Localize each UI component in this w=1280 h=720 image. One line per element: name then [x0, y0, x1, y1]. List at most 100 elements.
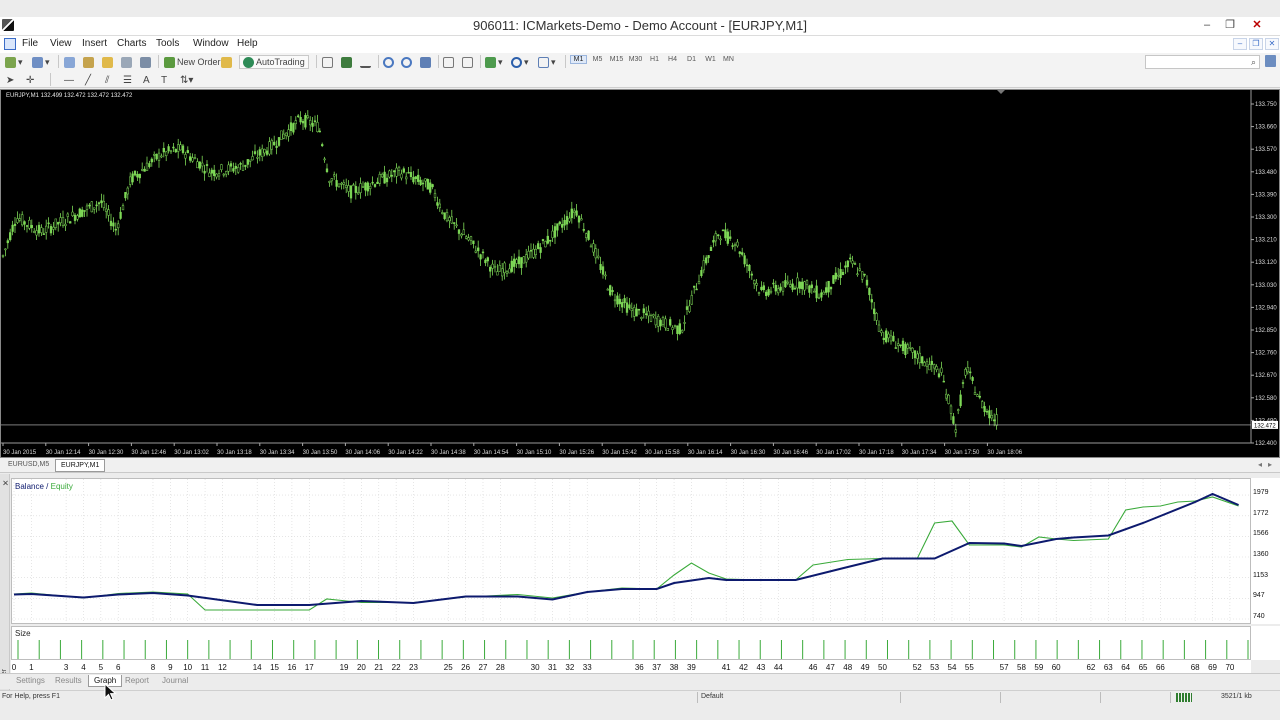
menu-tools[interactable]: Tools	[156, 38, 179, 49]
navigator-button[interactable]	[102, 55, 115, 69]
auto-scroll-button[interactable]	[443, 55, 456, 69]
candlestick-chart[interactable]: 133.750 133.660 133.570 133.480 133.390 133.3…	[1, 90, 1279, 457]
candle-body	[357, 192, 360, 195]
market-watch-button[interactable]	[64, 55, 77, 69]
timeframe-w1[interactable]: W1	[702, 55, 719, 64]
crosshair-tool[interactable]: ✛	[26, 73, 34, 87]
candle-body	[277, 137, 281, 146]
candle-body	[395, 167, 398, 177]
text-tool[interactable]: A	[143, 73, 150, 87]
tester-close-icon[interactable]: ✕	[1, 478, 10, 487]
candle-body	[191, 157, 194, 162]
menu-file[interactable]: File	[22, 38, 38, 49]
periods-button[interactable]: ▾	[511, 55, 529, 69]
candle-body	[33, 231, 36, 233]
horizontal-line-tool[interactable]: —	[64, 73, 74, 87]
strategy-tester-button[interactable]	[140, 55, 153, 69]
tab-settings[interactable]: Settings	[11, 675, 50, 686]
new-order-button[interactable]: New Order	[164, 55, 221, 69]
timeframe-m15[interactable]: M15	[608, 55, 625, 64]
mdi-close-button[interactable]: ✕	[1265, 38, 1279, 50]
candle-body	[673, 325, 677, 327]
mdi-restore-button[interactable]: ❐	[1249, 38, 1263, 50]
arrows-icon: ⇅▾	[180, 74, 194, 86]
channel-tool[interactable]: ⫽	[105, 73, 109, 87]
timeframe-mn[interactable]: MN	[720, 55, 737, 64]
meta-editor-button[interactable]	[221, 55, 234, 69]
candle-body	[397, 166, 401, 171]
data-window-button[interactable]	[83, 55, 96, 69]
bar-chart-button[interactable]	[322, 55, 335, 69]
close-button[interactable]: ✕	[1246, 17, 1268, 35]
timeframe-m30[interactable]: M30	[627, 55, 644, 64]
indicators-icon	[485, 56, 496, 68]
x-tick-label: 44	[774, 663, 783, 672]
candle-body	[383, 171, 386, 184]
autotrading-button[interactable]: AutoTrading	[239, 55, 309, 69]
legend-equity: Equity	[50, 482, 73, 491]
menu-insert[interactable]: Insert	[82, 38, 107, 49]
tab-eurjpy-m1[interactable]: EURJPY,M1	[55, 459, 106, 472]
search-input[interactable]: ⌕	[1145, 55, 1260, 69]
timeframe-d1[interactable]: D1	[683, 55, 700, 64]
tab-eurusd-m5[interactable]: EURUSD,M5	[3, 459, 54, 472]
candle-body	[851, 260, 854, 264]
maximize-button[interactable]: ❐	[1219, 17, 1241, 35]
candle-body	[215, 173, 218, 178]
zoom-out-button[interactable]	[401, 55, 414, 69]
menu-window[interactable]: Window	[193, 38, 229, 49]
menu-view[interactable]: View	[50, 38, 72, 49]
candle-body	[52, 226, 55, 230]
candlestick-button[interactable]	[341, 55, 354, 69]
candle-body	[381, 173, 384, 178]
new-chart-button[interactable]: ▾	[5, 55, 23, 69]
tab-results[interactable]: Results	[50, 675, 87, 686]
profiles-button[interactable]: ▾	[32, 55, 50, 69]
candle-body	[489, 266, 492, 272]
tab-scroll-left-icon[interactable]: ◂	[1258, 460, 1262, 469]
price-chart[interactable]: 133.750 133.660 133.570 133.480 133.390 133.3…	[0, 89, 1280, 458]
indicators-button[interactable]: ▾	[485, 55, 503, 69]
candle-body	[700, 270, 703, 277]
text-label-tool[interactable]: T	[161, 73, 167, 87]
candle-body	[263, 149, 266, 154]
chart-shift-button[interactable]	[462, 55, 475, 69]
cursor-tool[interactable]: ➤	[6, 73, 14, 87]
minimize-button[interactable]: –	[1196, 17, 1218, 35]
templates-button[interactable]: ▾	[538, 55, 556, 69]
menu-charts[interactable]: Charts	[117, 38, 146, 49]
timeframe-m5[interactable]: M5	[589, 55, 606, 64]
candle-body	[78, 208, 81, 218]
candle-body	[755, 282, 758, 286]
community-icon[interactable]	[1265, 55, 1276, 67]
candle-body	[126, 187, 129, 195]
candle-body	[21, 214, 24, 226]
candle-body	[515, 259, 518, 264]
x-tick-label: 39	[687, 663, 696, 672]
line-chart-icon	[360, 57, 371, 68]
x-tick-label: 37	[652, 663, 661, 672]
tile-windows-button[interactable]	[420, 55, 433, 69]
timeframe-h1[interactable]: H1	[646, 55, 663, 64]
trendline-tool[interactable]: ╱	[85, 73, 91, 87]
line-chart-button[interactable]	[360, 55, 373, 69]
x-tick-label: 38	[670, 663, 679, 672]
candle-body	[373, 184, 377, 187]
tab-scroll-right-icon[interactable]: ▸	[1268, 460, 1272, 469]
mdi-minimize-button[interactable]: –	[1233, 38, 1247, 50]
candle-body	[287, 129, 290, 137]
candle-body	[981, 401, 984, 409]
fibonacci-tool[interactable]: ☰	[123, 73, 132, 87]
zoom-in-button[interactable]	[383, 55, 396, 69]
candle-body	[37, 224, 41, 234]
tab-journal[interactable]: Journal	[157, 675, 193, 686]
timeframe-m1[interactable]: M1	[570, 55, 587, 64]
terminal-button[interactable]	[121, 55, 134, 69]
menu-help[interactable]: Help	[237, 38, 258, 49]
timeframe-h4[interactable]: H4	[664, 55, 681, 64]
candle-body	[707, 255, 710, 259]
tab-report[interactable]: Report	[120, 675, 154, 686]
candle-body	[217, 173, 221, 177]
equity-line	[13, 496, 1239, 611]
arrows-tool[interactable]: ⇅▾	[180, 73, 193, 87]
